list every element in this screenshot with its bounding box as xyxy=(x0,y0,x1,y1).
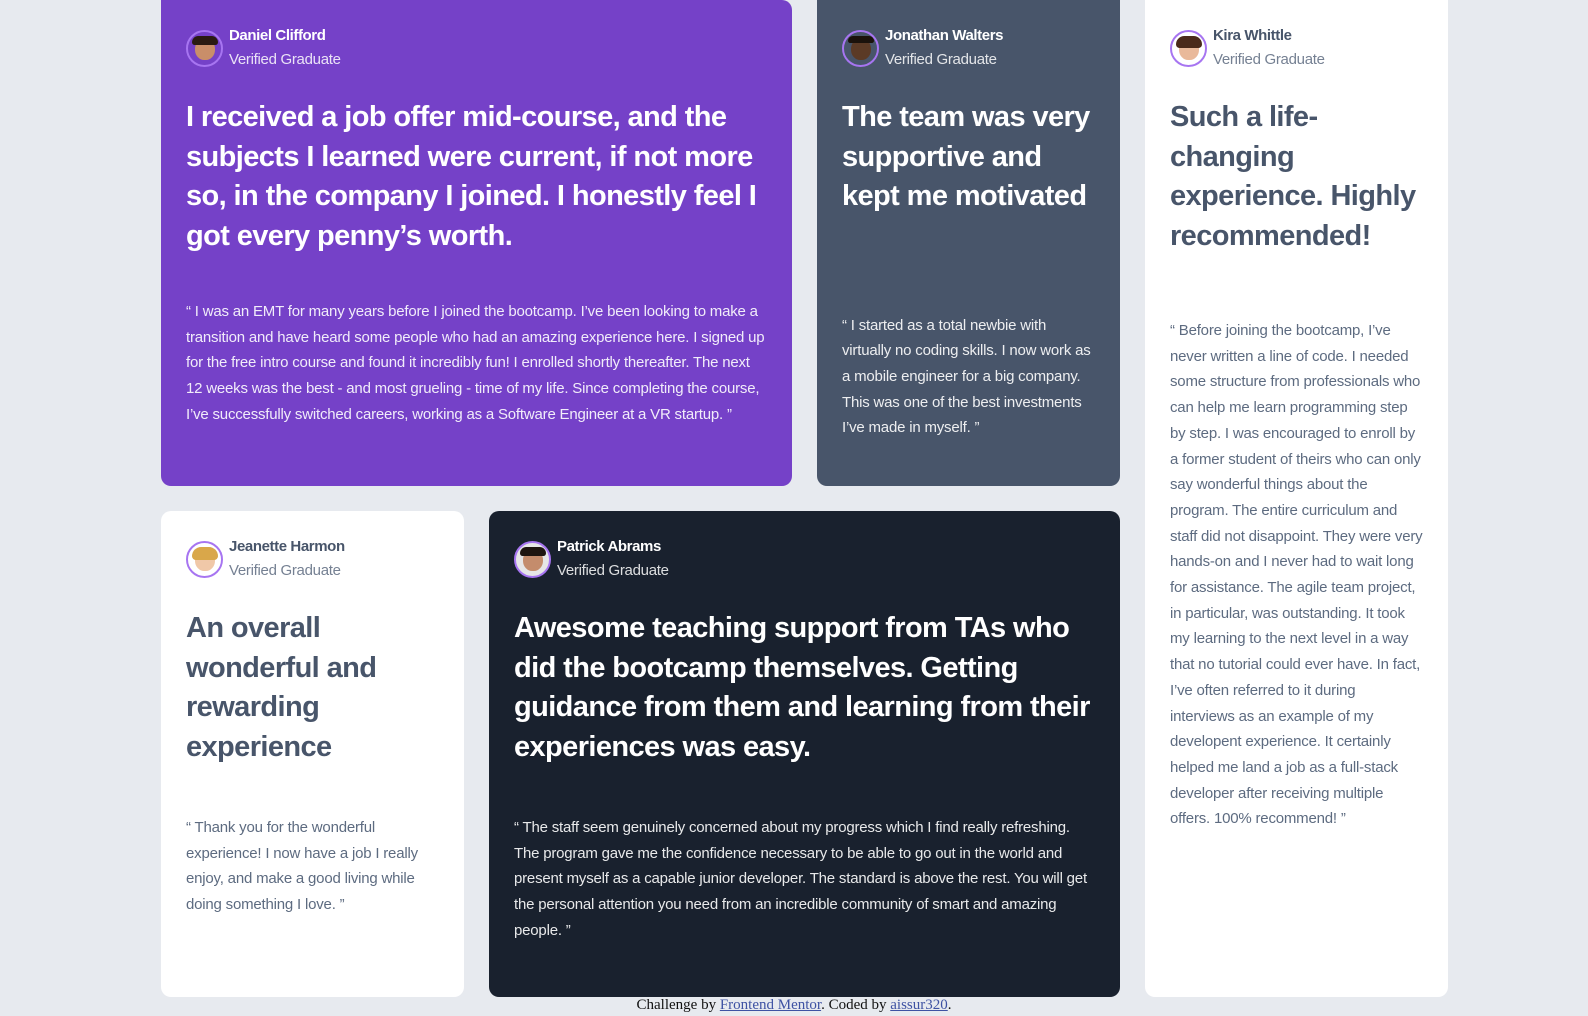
person-role: Verified Graduate xyxy=(557,562,669,579)
person-role: Verified Graduate xyxy=(1213,51,1325,68)
testimonial-card-daniel: Daniel Clifford Verified Graduate I rece… xyxy=(161,0,792,486)
person-header: Kira Whittle Verified Graduate xyxy=(1170,24,1423,72)
testimonial-card-patrick: Patrick Abrams Verified Graduate Awesome… xyxy=(489,511,1120,997)
footer-middle: . Coded by xyxy=(821,997,891,1013)
person-header: Patrick Abrams Verified Graduate xyxy=(514,535,1095,583)
testimonial-card-jeanette: Jeanette Harmon Verified Graduate An ove… xyxy=(161,511,464,997)
testimonial-quote: “ Thank you for the wonderful experience… xyxy=(186,819,418,914)
avatar xyxy=(842,29,879,67)
testimonial-card-kira: Kira Whittle Verified Graduate Such a li… xyxy=(1145,0,1448,997)
testimonial-quote: “ The staff seem genuinely concerned abo… xyxy=(514,819,1087,939)
person-header: Jonathan Walters Verified Graduate xyxy=(842,24,1095,72)
person-role: Verified Graduate xyxy=(885,51,997,68)
avatar xyxy=(186,29,223,67)
frontend-mentor-link[interactable]: Frontend Mentor xyxy=(720,997,821,1013)
attribution-footer: Challenge by Frontend Mentor. Coded by a… xyxy=(0,997,1588,1014)
person-name: Jeanette Harmon xyxy=(229,538,345,555)
person-name: Patrick Abrams xyxy=(557,538,661,555)
testimonials-grid: Daniel Clifford Verified Graduate I rece… xyxy=(161,0,1448,997)
testimonial-quote: “ I started as a total newbie with virtu… xyxy=(842,316,1091,437)
testimonial-quote: “ Before joining the bootcamp, I’ve neve… xyxy=(1170,322,1423,828)
testimonial-headline: Such a life-changing experience. Highly … xyxy=(1170,101,1416,252)
person-name: Daniel Clifford xyxy=(229,27,326,44)
person-name: Jonathan Walters xyxy=(885,27,1004,44)
testimonial-quote: “ I was an EMT for many years before I j… xyxy=(186,303,765,423)
person-header: Daniel Clifford Verified Graduate xyxy=(186,24,767,72)
testimonial-headline: An overall wonderful and rewarding exper… xyxy=(186,612,377,763)
person-name: Kira Whittle xyxy=(1213,27,1292,44)
avatar xyxy=(1170,29,1207,67)
testimonial-headline: Awesome teaching support from TAs who di… xyxy=(514,612,1090,763)
person-role: Verified Graduate xyxy=(229,51,341,68)
person-header: Jeanette Harmon Verified Graduate xyxy=(186,535,439,583)
testimonial-headline: The team was very supportive and kept me… xyxy=(842,101,1090,212)
testimonial-headline: I received a job offer mid-course, and t… xyxy=(186,101,757,252)
avatar xyxy=(186,540,223,578)
avatar xyxy=(514,540,551,578)
testimonial-card-jonathan: Jonathan Walters Verified Graduate The t… xyxy=(817,0,1120,486)
person-role: Verified Graduate xyxy=(229,562,341,579)
author-link[interactable]: aissur320 xyxy=(890,997,948,1013)
footer-suffix: . xyxy=(947,997,952,1013)
footer-prefix: Challenge by xyxy=(636,997,720,1013)
